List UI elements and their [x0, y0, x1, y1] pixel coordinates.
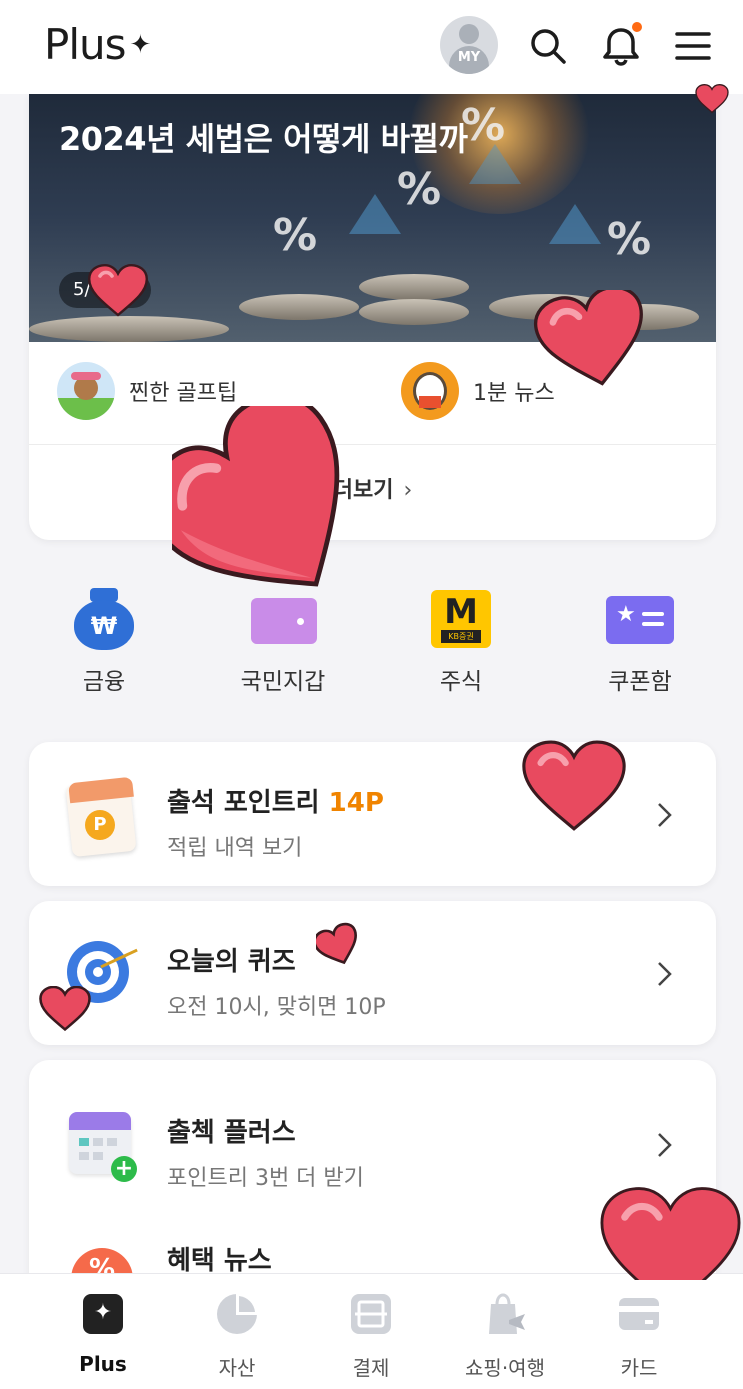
arrow-decoration	[469, 144, 521, 184]
coin-stack	[29, 316, 229, 342]
heart-sticker	[533, 290, 643, 386]
attendance-title: 출석 포인트리 14P	[167, 782, 384, 819]
pie-chart-icon	[213, 1290, 261, 1338]
quiz-card[interactable]: 오늘의 퀴즈 오전 10시, 맞히면 10P	[29, 901, 716, 1045]
heart-sticker	[600, 1187, 741, 1280]
calendar-plus-icon: +	[65, 1108, 141, 1184]
heart-sticker	[695, 84, 729, 114]
chevron-right-icon	[658, 962, 672, 986]
credit-card-icon	[615, 1290, 663, 1338]
coin-stack	[359, 274, 469, 300]
kb-badge-sub: KB증권	[441, 630, 481, 643]
coin-stack	[359, 299, 469, 325]
hedgehog-icon	[401, 362, 459, 420]
heart-sticker	[522, 740, 626, 831]
kb-stock-icon: M KB증권	[429, 588, 493, 650]
plus-tab-icon: ✦	[79, 1290, 127, 1338]
banner-title: 2024년 세법은 어떻게 바뀔까	[59, 120, 468, 158]
checkin-title: 출첵 플러스	[167, 1118, 296, 1148]
attendance-title-text: 출석 포인트리	[167, 788, 320, 818]
content-item-label: 찐한 골프팁	[129, 381, 238, 406]
tab-plus[interactable]: ✦ Plus	[38, 1290, 168, 1376]
heart-sticker	[87, 264, 149, 317]
tab-shopping-travel[interactable]: 쇼핑·여행	[440, 1290, 570, 1381]
benefit-title: 혜택 뉴스	[167, 1246, 272, 1276]
quick-menu-coupon[interactable]: ★ 쿠폰함	[565, 588, 715, 696]
notification-dot	[632, 22, 642, 32]
attendance-subtitle: 적립 내역 보기	[167, 836, 303, 861]
quick-menu-label: 주식	[439, 669, 483, 695]
quick-menu-label: 쿠폰함	[608, 669, 672, 695]
heart-sticker	[316, 922, 357, 965]
chevron-right-icon	[658, 803, 672, 827]
app-logo[interactable]: Plus ✦	[44, 20, 152, 69]
tab-assets[interactable]: 자산	[172, 1290, 302, 1381]
percent-decoration: %	[607, 214, 652, 265]
golf-bear-icon	[57, 362, 115, 420]
bottom-tab-bar: ✦ Plus 자산 결제 쇼핑·여행 카드	[0, 1273, 743, 1389]
arrow-decoration	[349, 194, 401, 234]
tab-label: 자산	[218, 1356, 256, 1380]
chevron-right-icon: ›	[403, 478, 413, 503]
scan-icon	[347, 1290, 395, 1338]
coupon-icon: ★	[606, 588, 674, 650]
checkin-subtitle: 포인트리 3번 더 받기	[167, 1166, 364, 1191]
quick-menu-finance[interactable]: ₩ 금융	[29, 588, 179, 696]
percent-decoration: %	[273, 210, 318, 261]
tab-label: 쇼핑·여행	[465, 1356, 545, 1380]
chevron-right-icon	[658, 1133, 672, 1157]
shopping-bag-plane-icon	[481, 1290, 529, 1338]
quick-menu-stock[interactable]: M KB증권 주식	[386, 588, 536, 696]
money-bag-icon: ₩	[72, 588, 136, 650]
avatar[interactable]: MY	[440, 16, 498, 74]
tab-card[interactable]: 카드	[574, 1290, 704, 1381]
tab-label: 결제	[352, 1356, 390, 1380]
avatar-label: MY	[457, 50, 481, 65]
attendance-points: 14P	[328, 788, 384, 818]
top-header: Plus ✦ MY	[0, 0, 743, 94]
quiz-title: 오늘의 퀴즈	[167, 947, 296, 977]
percent-decoration: %	[397, 164, 442, 215]
menu-icon[interactable]	[669, 22, 717, 70]
tab-payment[interactable]: 결제	[306, 1290, 436, 1381]
quiz-subtitle: 오전 10시, 맞히면 10P	[167, 995, 386, 1020]
tab-label: 카드	[620, 1356, 658, 1380]
arrow-decoration	[549, 204, 601, 244]
avatar-head	[459, 24, 479, 44]
quick-menu-label: 금융	[82, 669, 126, 695]
quiz-row[interactable]: 오늘의 퀴즈 오전 10시, 맞히면 10P	[29, 911, 716, 1031]
logo-sparkle-icon: ✦	[129, 30, 152, 60]
coin-stack	[239, 294, 359, 320]
more-link[interactable]: 더보기 ›	[29, 472, 716, 504]
kb-badge-letter: M	[444, 592, 478, 632]
heart-sticker	[39, 986, 91, 1032]
divider	[29, 444, 716, 445]
search-icon[interactable]	[524, 22, 572, 70]
logo-text: Plus	[44, 20, 126, 69]
quick-menu-label: 국민지갑	[240, 669, 326, 695]
heart-sticker	[172, 406, 340, 587]
calendar-point-icon: P	[65, 776, 141, 858]
tab-label: Plus	[79, 1352, 127, 1376]
